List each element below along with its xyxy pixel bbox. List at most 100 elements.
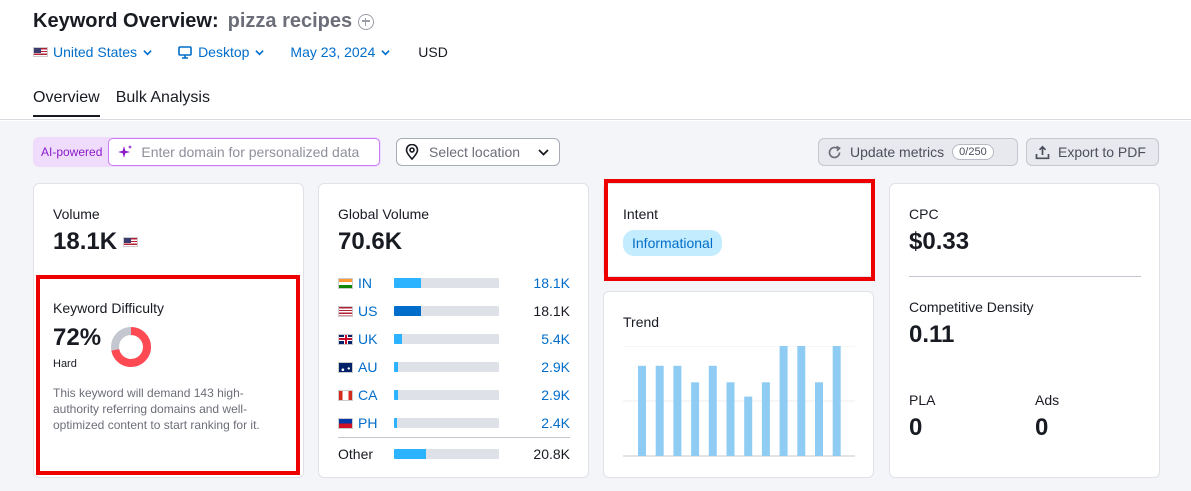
add-circle-icon[interactable] [358, 13, 375, 30]
country-label: United States [53, 44, 138, 60]
divider [338, 437, 570, 438]
country-volume[interactable]: 2.9K [541, 387, 570, 403]
ph-flag-icon [338, 417, 353, 429]
desktop-icon [178, 45, 192, 59]
chevron-down-icon [538, 149, 549, 156]
country-code[interactable]: PH [358, 415, 396, 431]
country-bar-track [394, 334, 499, 344]
tab-bulk-analysis[interactable]: Bulk Analysis [116, 89, 210, 117]
country-volume[interactable]: 5.4K [541, 331, 570, 347]
us-flag-icon [33, 47, 48, 57]
country-volume[interactable]: 2.4K [541, 415, 570, 431]
filter-bar: United States Desktop May 23, 2024 USD [33, 44, 448, 60]
global-volume-card: Global Volume 70.6K IN 18.1K US 18.1K UK 5.4K… [318, 183, 589, 478]
update-metrics-button[interactable]: Update metrics 0/250 [818, 138, 1018, 166]
pla-value: 0 [909, 414, 923, 441]
country-bar-fill [394, 278, 422, 288]
intent-card: Intent Informational [603, 183, 874, 277]
country-bar-track [394, 390, 499, 400]
country-dropdown[interactable]: United States [33, 44, 152, 60]
kd-donut-chart [111, 327, 151, 367]
tab-bar: Overview Bulk Analysis [33, 89, 226, 117]
trend-bar[interactable] [815, 382, 823, 456]
trend-bar[interactable] [779, 346, 788, 456]
domain-input[interactable]: Enter domain for personalized data [108, 138, 381, 166]
trend-bar[interactable] [638, 365, 646, 456]
country-row-in: IN 18.1K [338, 269, 570, 297]
volume-value-row: 18.1K [53, 228, 139, 256]
export-pdf-button[interactable]: Export to PDF [1026, 138, 1159, 166]
trend-bar[interactable] [761, 382, 770, 456]
intent-badge[interactable]: Informational [623, 230, 722, 256]
refresh-icon [828, 145, 841, 158]
country-bar-track [394, 306, 499, 316]
in-flag-icon [338, 277, 353, 289]
global-volume-value: 70.6K [338, 228, 403, 255]
pla-label: PLA [909, 392, 936, 408]
export-pdf-label: Export to PDF [1058, 144, 1146, 160]
domain-placeholder: Enter domain for personalized data [141, 144, 360, 160]
date-dropdown[interactable]: May 23, 2024 [290, 44, 390, 60]
trend-bar[interactable] [673, 365, 682, 456]
ca-flag-icon [338, 389, 353, 401]
country-bar-fill [394, 418, 398, 428]
trend-bar[interactable] [832, 346, 841, 456]
us-flag-icon [123, 237, 139, 247]
ads-label: Ads [1035, 392, 1060, 408]
cpc-card: CPC $0.33 Competitive Density 0.11 PLA 0… [889, 183, 1160, 478]
other-row: Other 20.8K [338, 440, 570, 468]
sparkle-icon [118, 145, 133, 158]
trend-bar[interactable] [708, 365, 717, 456]
intent-label: Intent [623, 206, 659, 222]
uk-flag-icon [338, 333, 353, 345]
competitive-density-value: 0.11 [909, 321, 955, 348]
chevron-down-icon [143, 49, 152, 55]
trend-card: Trend [603, 291, 874, 478]
trend-bar[interactable] [691, 382, 700, 456]
cpc-value: $0.33 [909, 228, 970, 255]
country-bar-track [394, 278, 499, 288]
location-pin-icon [405, 144, 419, 160]
country-bar-track [394, 418, 499, 428]
country-code[interactable]: US [358, 303, 396, 319]
trend-chart [623, 346, 855, 457]
country-volume[interactable]: 2.9K [541, 359, 570, 375]
country-bar-fill [394, 390, 399, 400]
location-placeholder: Select location [429, 144, 521, 160]
country-row-uk: UK 5.4K [338, 325, 570, 353]
us-flag-icon [338, 305, 353, 317]
ai-powered-label: AI-powered [41, 145, 103, 159]
country-list: IN 18.1K US 18.1K UK 5.4K AU 2.9K CA 2.9K PH 2.4K [338, 269, 570, 437]
trend-bar[interactable] [655, 365, 664, 456]
trend-bar[interactable] [726, 382, 735, 456]
chevron-down-icon [381, 49, 390, 55]
device-dropdown[interactable]: Desktop [178, 44, 265, 60]
country-bar-track [394, 362, 499, 372]
country-volume[interactable]: 18.1K [533, 275, 570, 291]
au-flag-icon [338, 361, 353, 373]
chevron-down-icon [255, 49, 265, 55]
page-header: Keyword Overview: pizza recipes United S… [0, 0, 1191, 120]
country-row-ph: PH 2.4K [338, 409, 570, 437]
update-count-badge: 0/250 [952, 144, 994, 160]
kd-level: Hard [53, 358, 77, 370]
keyword-title: pizza recipes [227, 10, 353, 32]
country-code[interactable]: UK [358, 331, 396, 347]
ai-domain-box: AI-powered Enter domain for personalized… [33, 137, 382, 167]
country-code[interactable]: IN [358, 275, 396, 291]
country-row-au: AU 2.9K [338, 353, 570, 381]
device-label: Desktop [198, 44, 250, 60]
volume-value: 18.1K [53, 228, 118, 255]
location-select[interactable]: Select location [396, 138, 560, 166]
other-value: 20.8K [533, 446, 570, 462]
volume-label: Volume [53, 206, 100, 222]
other-label: Other [338, 446, 374, 462]
trend-bar[interactable] [744, 396, 753, 456]
update-metrics-label: Update metrics [850, 144, 945, 160]
kd-description: This keyword will demand 143 high-author… [53, 386, 260, 432]
competitive-density-label: Competitive Density [909, 299, 1034, 315]
trend-bar[interactable] [797, 346, 806, 456]
country-code[interactable]: CA [358, 387, 396, 403]
country-code[interactable]: AU [358, 359, 396, 375]
tab-overview[interactable]: Overview [33, 89, 100, 117]
